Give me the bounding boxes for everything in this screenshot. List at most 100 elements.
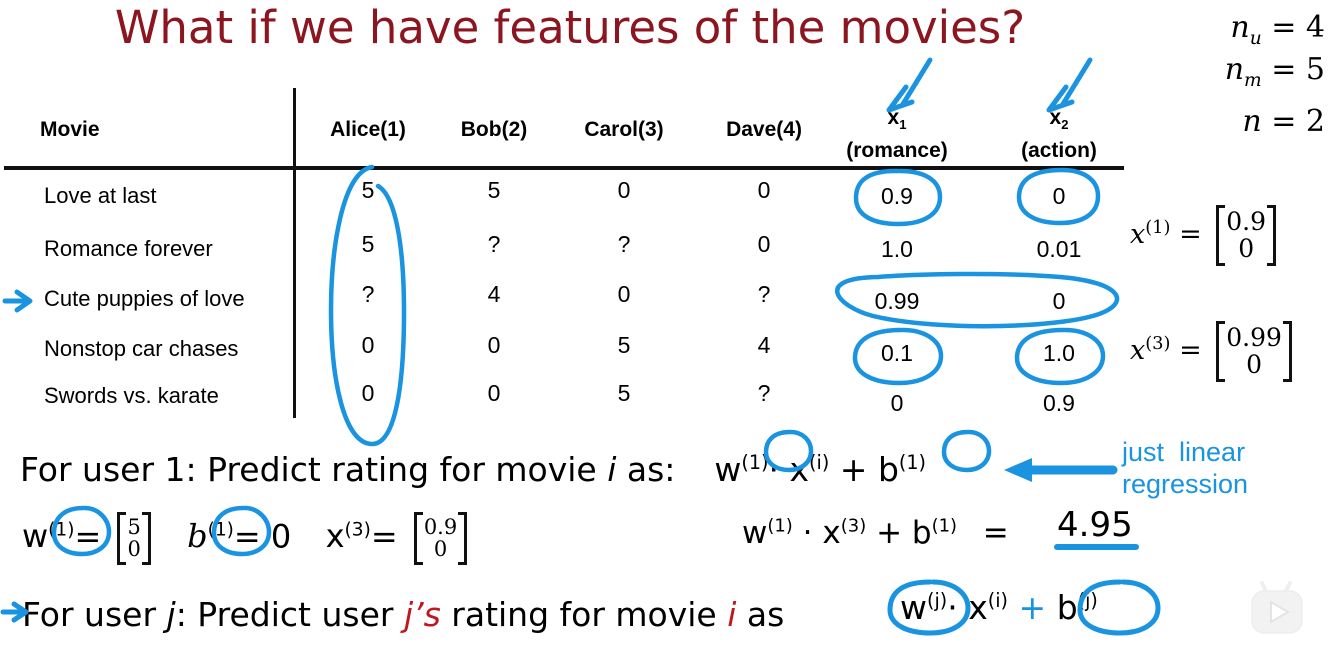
column-header-bob: Bob(2) [460, 118, 528, 141]
column-header-movie: Movie [40, 118, 100, 141]
feature-cell-x2: 0.01 [1036, 236, 1082, 262]
rating-cell: 0 [617, 281, 631, 307]
rating-cell: 0 [487, 380, 501, 406]
param-w: w(1) [22, 517, 74, 555]
rating-cell: ? [487, 231, 501, 257]
user1-formula-b-superscript: (1) [898, 451, 926, 474]
vector-x3-equals: = [1179, 335, 1202, 366]
user1-formula-plus: + [839, 450, 868, 489]
constant-n-movies-equals: = [1271, 52, 1297, 87]
rating-cell: 5 [617, 332, 631, 358]
table-row: Swords vs. karate [44, 383, 219, 408]
constant-n-movies-value: 5 [1305, 52, 1325, 87]
annotation-line-2: regression [1122, 469, 1249, 499]
result-equals: = [982, 515, 1009, 551]
rating-cell: ? [617, 231, 631, 257]
param-b-superscript: (1) [207, 519, 234, 541]
param-w-vector-row-2: 0 [127, 537, 141, 562]
column-header-x2-caption: (action) [1021, 139, 1097, 163]
params-line: w(1)= 5 0 b(1)= 0 x(3)= 0.9 0 [22, 511, 468, 565]
param-x-vector-row-1: 0.9 [423, 515, 458, 539]
table-header-underline [4, 166, 1124, 170]
column-header-carol: Carol(3) [584, 118, 664, 141]
userj-sentence-user-index: j [166, 595, 176, 634]
vector-x1-bracket: 0.9 0 [1216, 204, 1277, 267]
feature-cell-x2: 0 [1052, 288, 1066, 314]
ink-ellipse-b1-superscript [941, 429, 992, 473]
feature-cell-x2: 1.0 [1043, 340, 1075, 366]
tv-play-logo-watermark [1244, 580, 1314, 647]
feature-cell-x2: 0 [1052, 183, 1066, 209]
annotation-just-linear-regression: just linear regression [1122, 436, 1329, 500]
userj-sentence-mid: : Predict user [175, 595, 404, 634]
user1-formula-w: w [714, 450, 742, 489]
play-button-icon [1251, 581, 1303, 634]
table-row: Romance forever [44, 236, 213, 261]
result-value: 4.95 [1057, 505, 1133, 545]
result-plus: + [876, 515, 903, 551]
annotation-line-1: just linear [1122, 437, 1246, 467]
user1-formula-w-superscript: (1) [741, 451, 769, 474]
constant-n-features-equals: = [1271, 104, 1297, 139]
vector-x1-row-1: 0.9 [1226, 207, 1267, 236]
userj-formula-dot: · [947, 588, 958, 627]
vector-x1-equals: = [1179, 219, 1202, 250]
user1-formula-x-superscript: (i) [809, 451, 830, 474]
userj-formula-b: b [1056, 588, 1078, 627]
userj-sentence-mid2: rating for movie [440, 595, 728, 634]
rating-cell: 4 [487, 281, 501, 307]
table-row: Love at last [44, 183, 157, 208]
param-x-vector-bracket: 0.9 0 [413, 511, 468, 565]
userj-formula-w: w [900, 588, 927, 627]
page-title: What if we have features of the movies? [114, 1, 1026, 54]
user1-formula-x: x [789, 450, 810, 489]
vector-x3-bracket: 0.99 0 [1216, 320, 1292, 383]
vector-x3-superscript: (3) [1145, 333, 1171, 354]
param-x-equals: = [370, 517, 398, 556]
rating-cell: 0 [617, 177, 631, 203]
arrow-to-user1-formula [1004, 458, 1118, 482]
constant-n-users-value: 4 [1305, 10, 1325, 45]
result-x-superscript: (3) [840, 515, 867, 537]
param-x-symbol: x [325, 517, 345, 556]
result-b-superscript: (1) [931, 515, 958, 537]
column-header-x2-symbol: x2 [1049, 106, 1069, 133]
table-row: Nonstop car chases [44, 336, 239, 361]
feature-cell-x2: 0.9 [1043, 390, 1075, 416]
rating-cell: 5 [487, 177, 501, 203]
result-w-superscript: (1) [767, 515, 793, 537]
constant-n-users-equals: = [1271, 10, 1297, 45]
result-x: x [822, 515, 841, 551]
userj-formula-x-superscript: (i) [987, 589, 1009, 612]
constant-n-users-subscript: u [1249, 28, 1262, 49]
vector-x3-label: x(3) [1130, 333, 1171, 366]
constant-n-movies-subscript: m [1244, 70, 1262, 91]
user1-formula-b: b [877, 450, 899, 489]
param-x-superscript: (3) [344, 519, 371, 541]
constant-n-movies-symbol: nm [1224, 52, 1262, 91]
arrow-to-x2-header [1046, 57, 1093, 113]
constant-n-movies: nm = 5 [1125, 52, 1325, 91]
user1-sentence-movie-index: i [607, 450, 617, 489]
constant-n-features-symbol: n [1242, 104, 1262, 139]
param-w-vector-bracket: 5 0 [117, 511, 151, 565]
result-w: w [742, 515, 768, 551]
userj-sentence-js-possessive: j’s [403, 595, 441, 634]
rating-cell: 0 [487, 332, 501, 358]
result-b: b [911, 515, 932, 551]
vector-x3-row-1: 0.99 [1226, 323, 1282, 352]
vector-x1-superscript: (1) [1145, 217, 1171, 238]
arrow-to-x1-header [886, 57, 933, 113]
constant-n-users: nu = 4 [1125, 10, 1325, 49]
result-dot: · [802, 515, 813, 551]
constant-n-features: n = 2 [1125, 104, 1325, 139]
userj-prediction-sentence: For user j: Predict user j’s rating for … [22, 595, 784, 634]
param-w-superscript: (1) [48, 519, 75, 541]
vector-x3: x(3) = 0.99 0 [1130, 320, 1329, 383]
userj-formula-b-superscript: (j) [1077, 589, 1098, 612]
param-x-vector-row-2: 0 [433, 537, 448, 562]
user1-sentence-suffix: as: [616, 450, 676, 489]
user1-formula: w(1)· x(i) + b(1) [714, 450, 926, 489]
param-b-value: 0 [270, 517, 292, 556]
userj-sentence-suffix: as [736, 595, 785, 634]
